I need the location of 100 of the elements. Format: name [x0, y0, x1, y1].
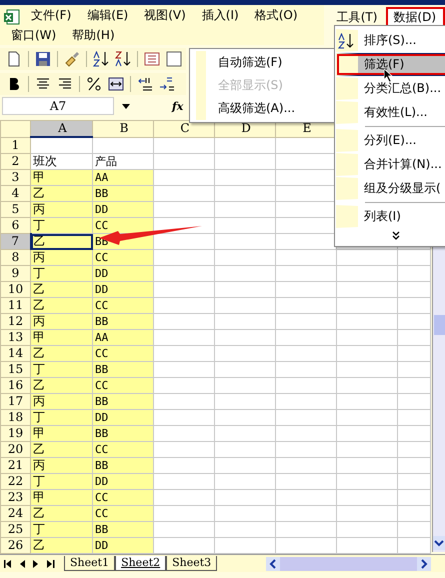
- horizontal-scrollbar[interactable]: [266, 556, 431, 570]
- table-cell: DD: [92, 410, 154, 426]
- scroll-left-icon[interactable]: [266, 556, 280, 570]
- menu-item[interactable]: 视图(V): [137, 5, 195, 25]
- row-header[interactable]: 11: [0, 298, 30, 314]
- table-cell: 乙: [30, 346, 92, 362]
- row-header[interactable]: 3: [0, 170, 30, 186]
- menu-item[interactable]: 编辑(E): [80, 5, 138, 25]
- list-icon[interactable]: [144, 51, 160, 67]
- row-header[interactable]: 16: [0, 378, 30, 394]
- table-cell: BB: [92, 314, 154, 330]
- menu-item[interactable]: 工具(T): [330, 7, 386, 27]
- percent-icon[interactable]: [86, 76, 102, 92]
- row-header[interactable]: 20: [0, 442, 30, 458]
- table-cell: 丙: [30, 314, 92, 330]
- save-icon[interactable]: [35, 51, 51, 67]
- menu-item[interactable]: 窗口(W): [4, 25, 66, 45]
- row-header[interactable]: 26: [0, 538, 30, 554]
- menu-item[interactable]: 分列(E)...: [336, 129, 445, 152]
- sheet-tab[interactable]: Sheet1: [64, 556, 116, 571]
- skip-left-icon[interactable]: [2, 558, 14, 568]
- column-header[interactable]: C: [154, 120, 214, 137]
- row-header[interactable]: 13: [0, 330, 30, 346]
- scroll-thumb[interactable]: [434, 315, 445, 335]
- row-header[interactable]: 14: [0, 346, 30, 362]
- spreadsheet-logo-icon[interactable]: [4, 8, 20, 24]
- row-header[interactable]: 21: [0, 458, 30, 474]
- row-header[interactable]: 9: [0, 266, 30, 282]
- increase-decimal-icon[interactable]: [137, 76, 153, 92]
- table-cell: AA: [92, 170, 154, 186]
- table-cell: 乙: [30, 442, 92, 458]
- merge-center-icon[interactable]: [108, 76, 124, 92]
- table-cell: 甲: [30, 490, 92, 506]
- row-header[interactable]: 22: [0, 474, 30, 490]
- scroll-down-icon[interactable]: [433, 536, 445, 550]
- row-header[interactable]: 19: [0, 426, 30, 442]
- table-cell: BB: [92, 362, 154, 378]
- table-cell: 丁: [30, 218, 92, 234]
- sort-ascending-icon[interactable]: [93, 51, 109, 67]
- row-header[interactable]: 12: [0, 314, 30, 330]
- row-header[interactable]: 6: [0, 218, 30, 234]
- menu-item[interactable]: 筛选(F): [336, 53, 445, 76]
- table-cell: BB: [92, 394, 154, 410]
- table-cell: 甲: [30, 426, 92, 442]
- row-header[interactable]: 1: [0, 137, 30, 154]
- row-header[interactable]: 17: [0, 394, 30, 410]
- table-cell: CC: [92, 506, 154, 522]
- row-header[interactable]: 24: [0, 506, 30, 522]
- row-header[interactable]: 25: [0, 522, 30, 538]
- menu-item[interactable]: 格式(O): [248, 5, 307, 25]
- sort-descending-icon[interactable]: [115, 51, 131, 67]
- table-cell: 丁: [30, 266, 92, 282]
- table-cell: DD: [92, 266, 154, 282]
- row-header[interactable]: 23: [0, 490, 30, 506]
- expand-chevron-icon[interactable]: [391, 231, 401, 241]
- brush-icon[interactable]: [64, 51, 80, 67]
- table-cell: CC: [92, 442, 154, 458]
- new-page-icon[interactable]: [6, 51, 22, 67]
- menu-item[interactable]: 帮助(H): [65, 25, 124, 45]
- row-header[interactable]: 4: [0, 186, 30, 202]
- row-header[interactable]: 10: [0, 282, 30, 298]
- table-cell: 乙: [30, 282, 92, 298]
- decrease-decimal-icon[interactable]: [159, 76, 175, 92]
- skip-right-icon[interactable]: [44, 558, 56, 568]
- table-cell: CC: [92, 298, 154, 314]
- dropdown-icon[interactable]: [122, 104, 130, 108]
- column-header[interactable]: B: [92, 120, 154, 137]
- column-header[interactable]: A: [30, 120, 92, 137]
- table-cell: 乙: [30, 186, 92, 202]
- menu-item[interactable]: 列表(I): [336, 205, 445, 228]
- table-cell: BB: [92, 522, 154, 538]
- table-cell: 丙: [30, 394, 92, 410]
- mouse-pointer-icon: [384, 69, 393, 83]
- sheet-tab[interactable]: Sheet2: [115, 556, 166, 571]
- frame-icon[interactable]: [166, 51, 182, 67]
- table-cell: AA: [92, 330, 154, 346]
- table-cell: 丙: [30, 458, 92, 474]
- row-header[interactable]: 7: [0, 234, 30, 250]
- row-header[interactable]: 5: [0, 202, 30, 218]
- table-cell: 丁: [30, 410, 92, 426]
- function-button[interactable]: fx: [172, 100, 184, 112]
- table-cell: CC: [92, 490, 154, 506]
- row-header[interactable]: 2: [0, 154, 30, 170]
- table-cell: 乙: [30, 234, 92, 250]
- row-header[interactable]: 8: [0, 250, 30, 266]
- name-box[interactable]: A7: [2, 97, 114, 115]
- table-cell: 丙: [30, 202, 92, 218]
- menu-item[interactable]: 文件(F): [24, 5, 80, 25]
- sheet-tab[interactable]: Sheet3: [166, 556, 218, 571]
- menu-item[interactable]: 数据(D): [386, 7, 445, 27]
- scroll-right-icon[interactable]: [417, 556, 431, 570]
- row-header[interactable]: 18: [0, 410, 30, 426]
- menu-item[interactable]: 合并计算(N)...: [336, 153, 445, 176]
- table-cell: 乙: [30, 378, 92, 394]
- row-header[interactable]: 15: [0, 362, 30, 378]
- table-cell: BB: [92, 458, 154, 474]
- menu-item[interactable]: 插入(I): [194, 5, 248, 25]
- table-cell: 丁: [30, 474, 92, 490]
- table-cell: BB: [92, 186, 154, 202]
- table-cell: CC: [92, 378, 154, 394]
